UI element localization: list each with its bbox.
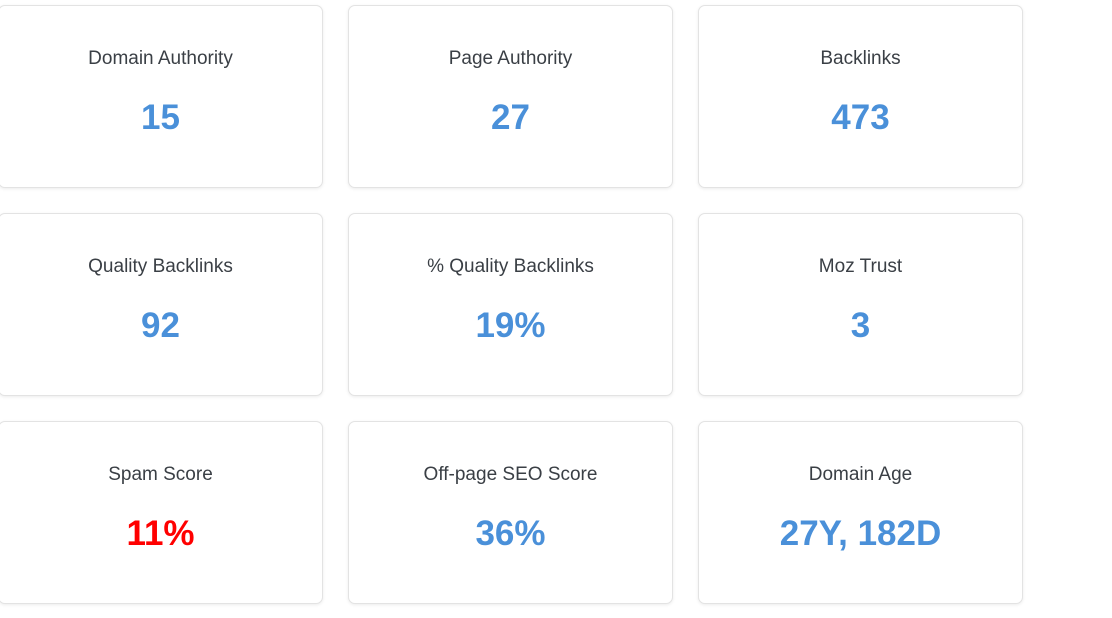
metric-value: 3 bbox=[850, 306, 871, 345]
metric-card-backlinks: Backlinks 473 bbox=[698, 5, 1023, 188]
metric-card-moz-trust: Moz Trust 3 bbox=[698, 213, 1023, 396]
metric-label: Domain Authority bbox=[88, 48, 233, 69]
metric-card-domain-authority: Domain Authority 15 bbox=[0, 5, 323, 188]
metric-value: 36% bbox=[475, 514, 546, 553]
metric-card-percent-quality-backlinks: % Quality Backlinks 19% bbox=[348, 213, 673, 396]
metric-label: Backlinks bbox=[820, 48, 901, 69]
metric-value: 473 bbox=[831, 98, 890, 137]
metric-label: Domain Age bbox=[808, 464, 913, 485]
metric-value: 27Y, 182D bbox=[779, 514, 942, 553]
metric-value: 15 bbox=[141, 98, 180, 137]
metrics-grid: Domain Authority 15 Page Authority 27 Ba… bbox=[0, 5, 1023, 604]
metric-value: 27 bbox=[491, 98, 530, 137]
metric-card-quality-backlinks: Quality Backlinks 92 bbox=[0, 213, 323, 396]
metric-card-spam-score: Spam Score 11% bbox=[0, 421, 323, 604]
metric-label: Off-page SEO Score bbox=[423, 464, 598, 485]
metric-value: 11% bbox=[126, 514, 195, 553]
metric-card-off-page-seo-score: Off-page SEO Score 36% bbox=[348, 421, 673, 604]
metric-value: 92 bbox=[141, 306, 180, 345]
metric-value: 19% bbox=[475, 306, 546, 345]
metric-label: Spam Score bbox=[108, 464, 213, 485]
metric-label: Page Authority bbox=[448, 48, 573, 69]
metric-card-domain-age: Domain Age 27Y, 182D bbox=[698, 421, 1023, 604]
metric-card-page-authority: Page Authority 27 bbox=[348, 5, 673, 188]
metric-label: % Quality Backlinks bbox=[427, 256, 594, 277]
metric-label: Moz Trust bbox=[818, 256, 903, 277]
metric-label: Quality Backlinks bbox=[88, 256, 233, 277]
